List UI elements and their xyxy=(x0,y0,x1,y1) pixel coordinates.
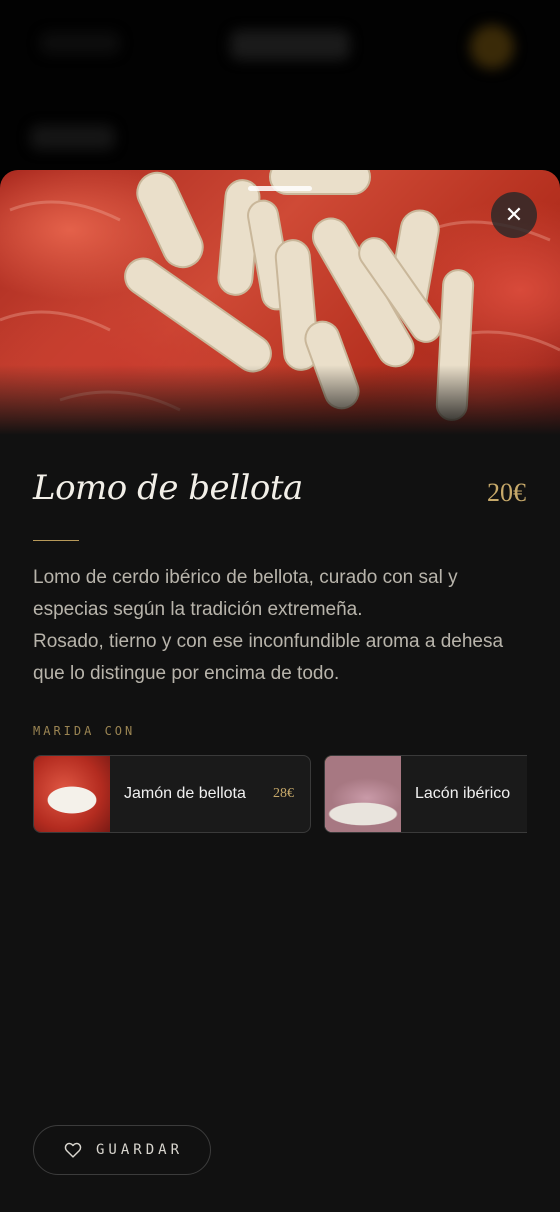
pairing-thumbnail xyxy=(325,756,401,832)
dish-detail-sheet: ✕ Lomo de bellota 20€ Lomo de cerdo ibér… xyxy=(0,170,560,1212)
pairing-price: 28€ xyxy=(273,786,294,801)
save-label: GUARDAR xyxy=(96,1142,184,1158)
description-paragraph: Lomo de cerdo ibérico de bellota, curado… xyxy=(33,567,458,620)
dish-hero-image: ✕ xyxy=(0,170,560,435)
hero-gradient-overlay xyxy=(0,365,560,435)
heart-icon xyxy=(64,1142,82,1158)
background-blurred-logo xyxy=(230,30,350,60)
pairing-card-jamon[interactable]: Jamón de bellota 28€ xyxy=(33,755,311,833)
pairing-card-lacon[interactable]: Lacón ibérico xyxy=(324,755,527,833)
dish-price: 20€ xyxy=(487,478,526,507)
description-paragraph: Rosado, tierno y con ese inconfundible a… xyxy=(33,631,504,684)
pairings-heading: MARIDA CON xyxy=(33,724,136,738)
title-divider xyxy=(33,540,79,541)
close-icon: ✕ xyxy=(504,202,524,227)
save-button[interactable]: GUARDAR xyxy=(33,1125,211,1175)
background-app-header xyxy=(0,0,560,170)
pairing-thumbnail xyxy=(34,756,110,832)
close-button[interactable]: ✕ xyxy=(491,192,537,238)
dish-title: Lomo de bellota xyxy=(33,468,303,508)
background-blurred-element xyxy=(40,32,120,54)
background-blurred-avatar xyxy=(470,25,514,69)
background-blurred-tab xyxy=(30,125,115,150)
pairing-name: Lacón ibérico xyxy=(415,785,511,802)
pairing-name: Jamón de bellota xyxy=(124,785,246,802)
dish-description: Lomo de cerdo ibérico de bellota, curado… xyxy=(33,562,528,690)
drag-handle[interactable] xyxy=(248,186,312,191)
pairings-carousel[interactable]: Jamón de bellota 28€ Lacón ibérico xyxy=(33,755,527,833)
